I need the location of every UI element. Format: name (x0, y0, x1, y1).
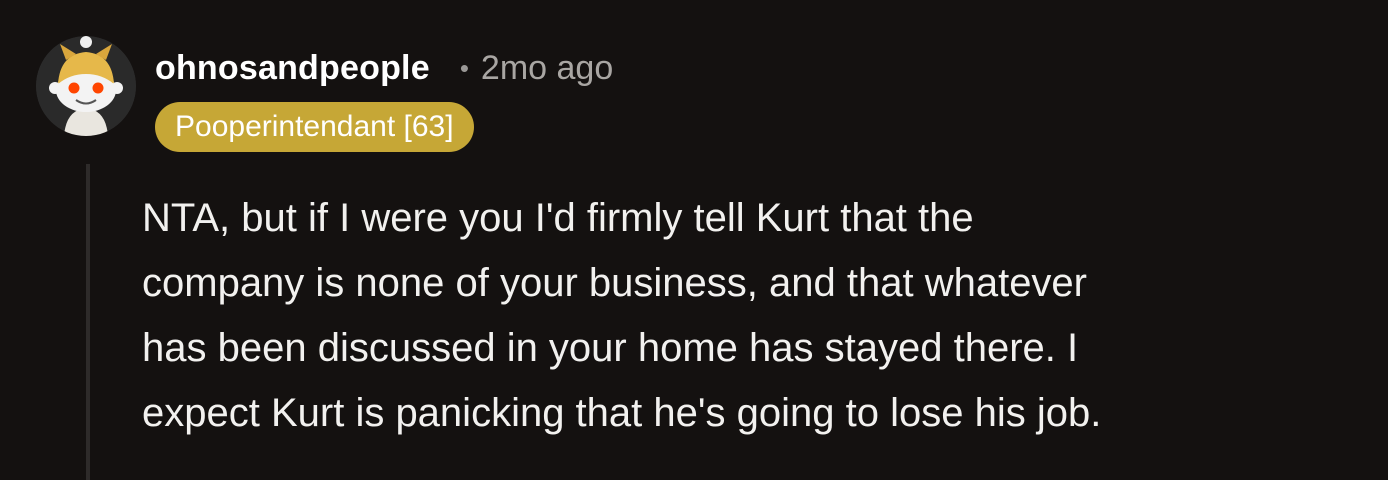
comment-body-line: NTA, but if I were you I'd firmly tell K… (142, 196, 974, 240)
comment-body-line: company is none of your business, and th… (142, 261, 1087, 305)
comment-body: NTA, but if I were you I'd firmly tell K… (142, 186, 1342, 446)
comment-header: ohnosandpeople • 2mo ago (155, 44, 613, 92)
user-avatar[interactable] (36, 36, 136, 136)
timestamp[interactable]: 2mo ago (481, 49, 613, 88)
thread-line[interactable] (86, 164, 90, 480)
username-link[interactable]: ohnosandpeople (155, 49, 430, 88)
snoo-avatar-icon (36, 36, 136, 136)
comment: ohnosandpeople • 2mo ago Pooperintendant… (0, 0, 1388, 480)
meta-separator: • (459, 52, 469, 83)
user-flair-badge: Pooperintendant [63] (155, 102, 474, 152)
comment-body-line: expect Kurt is panicking that he's going… (142, 391, 1102, 435)
comment-body-line: has been discussed in your home has stay… (142, 326, 1079, 370)
